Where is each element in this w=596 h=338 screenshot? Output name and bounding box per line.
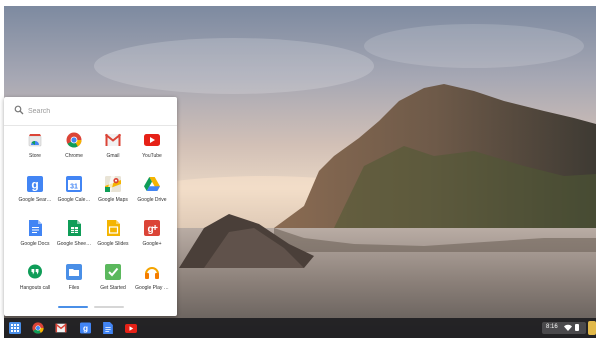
app-label: Get Started xyxy=(100,285,126,291)
app-label: Google Play … xyxy=(135,285,169,291)
wifi-icon xyxy=(564,324,572,331)
app-tile-google-slides[interactable]: Google Slides xyxy=(93,213,133,253)
app-label: Google+ xyxy=(142,241,162,247)
app-label: Gmail xyxy=(106,153,120,159)
google-calendar-icon: 31 xyxy=(65,175,83,193)
app-label: Files xyxy=(68,285,80,291)
gmail-icon xyxy=(104,131,122,149)
google-docs-icon xyxy=(26,219,44,237)
app-tile-google-plus[interactable]: g Google+ xyxy=(132,213,172,253)
app-tile-files[interactable]: Files xyxy=(54,257,94,297)
app-tile-get-started[interactable]: Get Started xyxy=(93,257,133,297)
app-label: Google Sear… xyxy=(18,197,52,203)
page-indicator-inactive[interactable] xyxy=(94,306,124,308)
app-launcher-panel: Store Chrome Gmail YouTube g Google Sea xyxy=(4,97,177,316)
app-tile-google-search[interactable]: g Google Sear… xyxy=(15,169,55,209)
shelf-youtube-button[interactable] xyxy=(124,321,138,335)
app-tile-youtube[interactable]: YouTube xyxy=(132,125,172,165)
app-tile-google-calendar[interactable]: 31 Google Cale… xyxy=(54,169,94,209)
google-drive-icon xyxy=(143,175,161,193)
app-tile-chrome[interactable]: Chrome xyxy=(54,125,94,165)
app-label: Chrome xyxy=(65,153,83,159)
search-icon xyxy=(14,105,24,115)
google-maps-icon xyxy=(104,175,122,193)
youtube-icon xyxy=(143,131,161,149)
files-icon xyxy=(65,263,83,281)
page-indicator-active[interactable] xyxy=(58,306,88,308)
chrome-icon xyxy=(65,131,83,149)
hangouts-icon xyxy=(26,263,44,281)
shelf-gmail-button[interactable] xyxy=(54,321,68,335)
shelf-chrome-button[interactable] xyxy=(31,321,45,335)
google-search-icon: g xyxy=(26,175,44,193)
app-label: Google Docs xyxy=(20,241,50,247)
google-docs-icon xyxy=(103,322,113,334)
gmail-icon xyxy=(55,323,67,333)
app-launcher-icon xyxy=(9,322,21,334)
google-search-icon: g xyxy=(79,322,91,334)
app-tile-google-play-music[interactable]: Google Play … xyxy=(132,257,172,297)
svg-text:g: g xyxy=(31,178,38,192)
app-label: Google Drive xyxy=(137,197,167,203)
app-tile-google-sheets[interactable]: Google Shee… xyxy=(54,213,94,253)
app-label: YouTube xyxy=(142,153,162,159)
google-slides-icon xyxy=(104,219,122,237)
google-plus-icon: g xyxy=(143,219,161,237)
app-tile-store[interactable]: Store xyxy=(15,125,55,165)
battery-icon xyxy=(575,324,579,331)
google-sheets-icon xyxy=(65,219,83,237)
app-launcher-button[interactable] xyxy=(8,321,22,335)
status-area[interactable]: 8:16 xyxy=(542,322,586,334)
search-input[interactable] xyxy=(28,102,168,120)
svg-text:g: g xyxy=(147,224,153,235)
svg-text:31: 31 xyxy=(70,184,78,191)
get-started-icon xyxy=(104,263,122,281)
shelf-google-search-button[interactable]: g xyxy=(78,321,92,335)
shelf: g 8:16 xyxy=(4,318,596,338)
avatar[interactable] xyxy=(588,321,596,335)
launcher-search-box[interactable] xyxy=(4,97,177,126)
shelf-google-docs-button[interactable] xyxy=(101,321,115,335)
chrome-icon xyxy=(32,322,44,334)
app-label: Store xyxy=(29,153,41,159)
app-tile-google-maps[interactable]: Google Maps xyxy=(93,169,133,209)
app-label: Google Cale… xyxy=(57,197,91,203)
google-play-music-icon xyxy=(143,263,161,281)
svg-text:g: g xyxy=(82,324,87,333)
web-store-icon xyxy=(26,131,44,149)
clock: 8:16 xyxy=(546,324,558,330)
app-tile-google-drive[interactable]: Google Drive xyxy=(132,169,172,209)
app-tile-hangouts[interactable]: Hangouts call xyxy=(15,257,55,297)
app-label: Google Slides xyxy=(97,241,129,247)
app-label: Google Maps xyxy=(98,197,128,203)
app-tile-gmail[interactable]: Gmail xyxy=(93,125,133,165)
youtube-icon xyxy=(125,323,137,333)
app-label: Google Shee… xyxy=(56,241,92,247)
app-tile-google-docs[interactable]: Google Docs xyxy=(15,213,55,253)
app-label: Hangouts call xyxy=(19,285,51,291)
